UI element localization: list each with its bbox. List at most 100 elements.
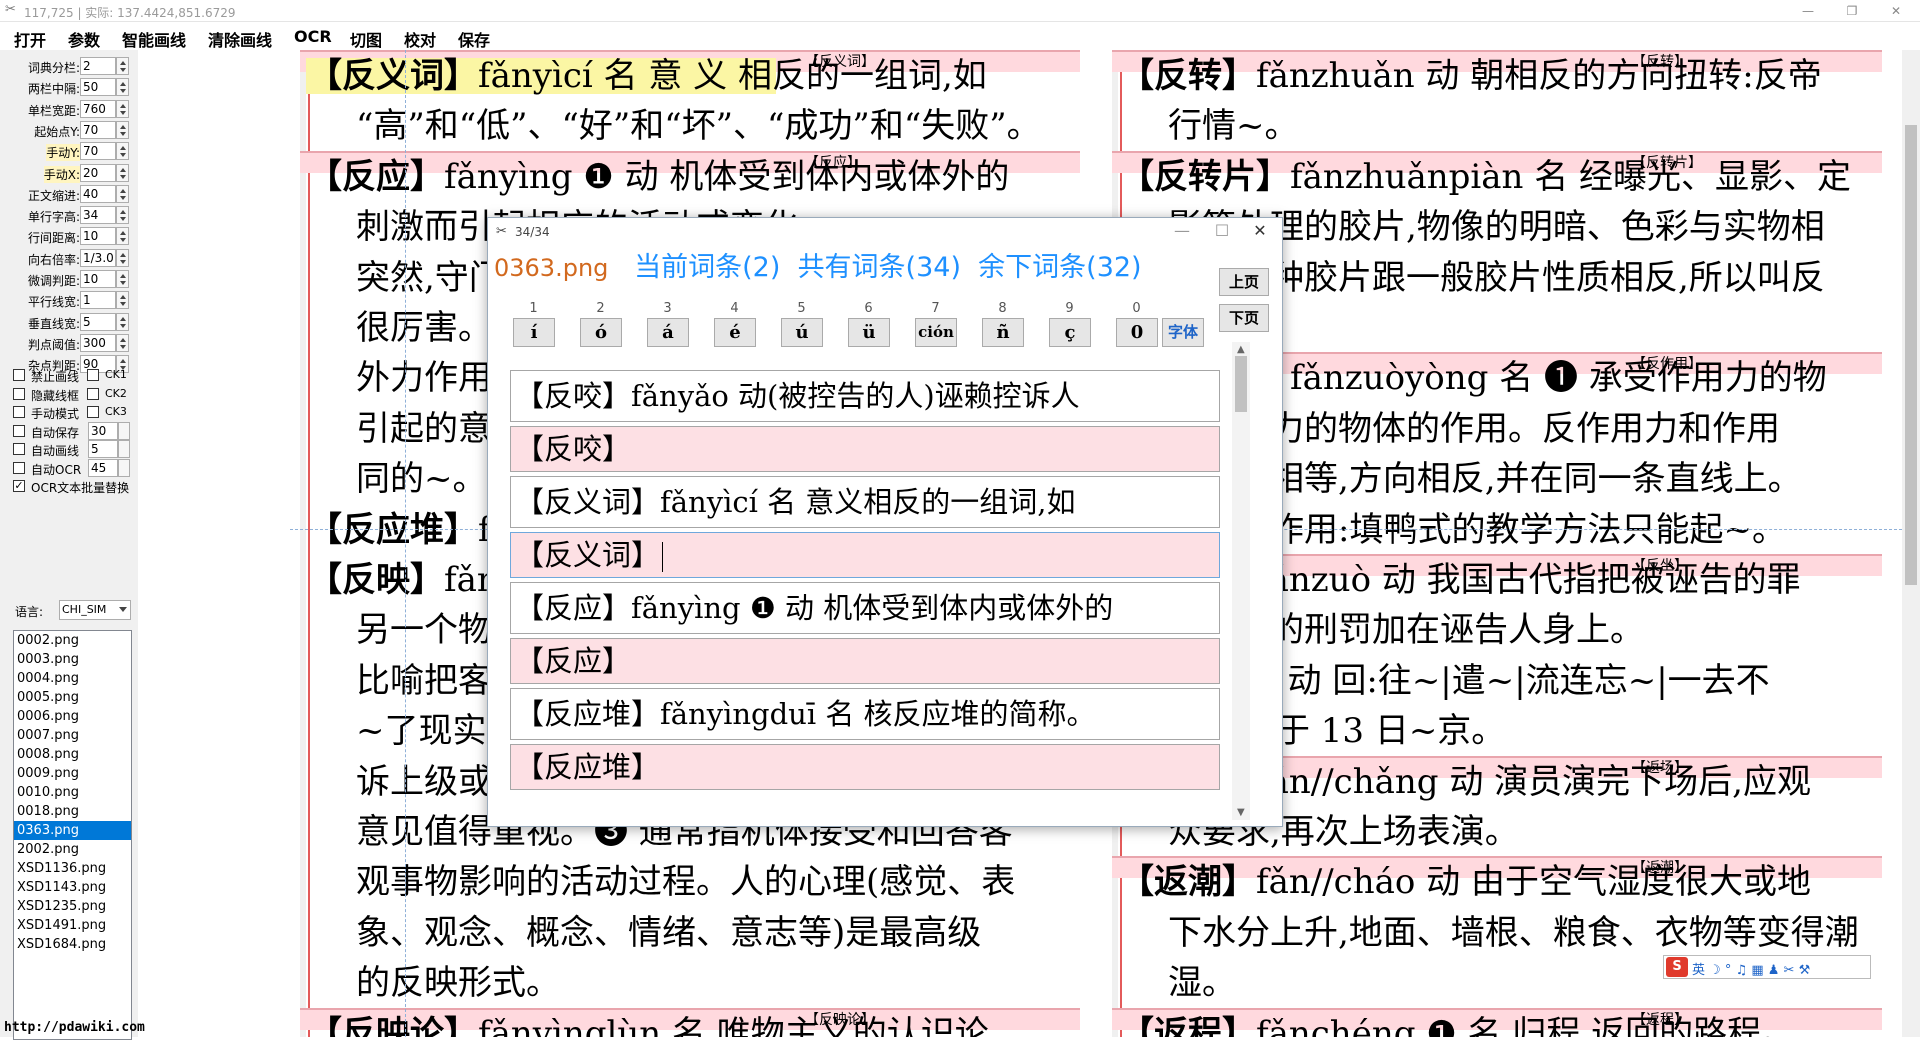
file-list-item[interactable]: XSD1143.png	[14, 878, 131, 897]
spinner-arrows-icon[interactable]	[116, 227, 129, 246]
ime-toolbar[interactable]: S 英 ☽ ° ♫ ▦ ♟ ✂ ⚒	[1663, 955, 1871, 979]
file-list-item[interactable]: XSD1491.png	[14, 916, 131, 935]
headword-input[interactable]: 【反应】	[510, 638, 1220, 684]
checkbox-icon[interactable]	[87, 369, 99, 381]
file-list-item[interactable]: 2002.png	[14, 840, 131, 859]
font-button[interactable]: 字体	[1162, 318, 1204, 347]
entry-list-scrollbar[interactable]: ▲ ▼	[1232, 342, 1250, 820]
headword-input[interactable]: 【反咬】	[510, 426, 1220, 472]
entry-text-field[interactable]: 【反应】fǎnyìng ❶ 动 机体受到体内或体外的	[510, 582, 1220, 634]
char-key-8[interactable]: 8ñ	[979, 301, 1026, 349]
entry-text-field[interactable]: 【反义词】fǎnyìcí 名 意义相反的一组词,如	[510, 476, 1220, 528]
key-char[interactable]: á	[647, 318, 689, 347]
checkbox-ck1[interactable]: CK1	[87, 366, 137, 384]
spinner-arrows-icon[interactable]	[116, 99, 129, 118]
checkbox-icon[interactable]	[87, 387, 99, 400]
file-list-item[interactable]: 0006.png	[14, 707, 131, 726]
dialog-minimize-button[interactable]: —	[1164, 221, 1200, 240]
dialog-maximize-button[interactable]: ☐	[1204, 221, 1240, 240]
checkbox-5[interactable]: 自动画线 5	[13, 440, 138, 458]
file-list-item[interactable]: XSD1235.png	[14, 897, 131, 916]
spinner-arrows-icon[interactable]	[116, 120, 129, 139]
char-key-2[interactable]: 2ó	[577, 301, 624, 349]
scroll-thumb[interactable]	[1905, 125, 1917, 585]
minimize-button[interactable]: —	[1786, 0, 1830, 22]
menu-open[interactable]: 打开	[14, 27, 46, 51]
checkbox-icon[interactable]: ✓	[13, 480, 25, 492]
file-list-item[interactable]: 0005.png	[14, 688, 131, 707]
char-key-3[interactable]: 3á	[644, 301, 691, 349]
char-key-4[interactable]: 4é	[711, 301, 758, 349]
file-list-item[interactable]: 0004.png	[14, 669, 131, 688]
file-list-item[interactable]: XSD1136.png	[14, 859, 131, 878]
menu-smart-draw-lines[interactable]: 智能画线	[122, 27, 186, 51]
scroll-up-icon[interactable]: ▲	[1237, 344, 1245, 355]
checkbox-icon[interactable]	[13, 406, 25, 418]
headword-input[interactable]: 【反义词】	[510, 532, 1220, 578]
menu-save[interactable]: 保存	[458, 27, 490, 51]
lang-select[interactable]: CHI_SIM	[59, 600, 131, 620]
menu-ocr[interactable]: OCR	[294, 27, 332, 46]
checkbox-icon[interactable]	[13, 461, 25, 474]
spinner-arrows-icon[interactable]	[116, 163, 129, 182]
spinner-arrows-icon[interactable]	[116, 142, 129, 161]
scroll-thumb[interactable]	[1235, 356, 1247, 412]
spinner-arrows-icon[interactable]	[116, 57, 129, 75]
spinner-arrows-icon[interactable]	[116, 78, 129, 97]
spinner-arrows-icon[interactable]	[116, 206, 129, 225]
file-list-item[interactable]: 0009.png	[14, 764, 131, 783]
char-key-6[interactable]: 6ü	[845, 301, 892, 349]
key-char[interactable]: 0	[1116, 318, 1158, 347]
key-char[interactable]: ó	[580, 318, 622, 347]
main-scrollbar[interactable]	[1902, 50, 1920, 1037]
key-char[interactable]: í	[513, 318, 555, 347]
key-char[interactable]: é	[714, 318, 756, 347]
file-list-item[interactable]: 0007.png	[14, 726, 131, 745]
spinner-arrows-icon[interactable]	[116, 333, 129, 352]
key-char[interactable]: ú	[781, 318, 823, 347]
checkbox-icon[interactable]	[87, 406, 99, 418]
key-char[interactable]: ü	[848, 318, 890, 347]
char-key-7[interactable]: 7 ción	[912, 301, 959, 349]
param-input[interactable]: 760	[80, 99, 116, 118]
param-input[interactable]: 70	[80, 120, 116, 139]
checkbox-icon[interactable]	[13, 369, 25, 381]
checkbox-icon[interactable]	[13, 387, 25, 400]
char-key-0[interactable]: 00	[1113, 301, 1160, 349]
menu-clear-lines[interactable]: 清除画线	[208, 27, 272, 51]
checkbox-value-input[interactable]: 45	[88, 458, 118, 477]
spinner-arrows-icon[interactable]	[116, 184, 129, 203]
file-list[interactable]: 0002.png 0003.png 0004.png 0005.png 0006.png…	[13, 630, 132, 1040]
checkbox-6[interactable]: 自动OCR 45	[13, 458, 138, 477]
checkbox-icon[interactable]	[13, 443, 25, 455]
param-input[interactable]: 40	[80, 184, 116, 203]
maximize-button[interactable]: ❐	[1830, 0, 1874, 22]
dialog-close-button[interactable]: ✕	[1242, 221, 1278, 240]
entry-text-field[interactable]: 【反咬】fǎnyǎo 动(被控告的人)诬赖控诉人	[510, 370, 1220, 422]
next-page-button[interactable]: 下页	[1219, 304, 1269, 332]
spinner-arrows-icon[interactable]	[118, 421, 130, 440]
param-input[interactable]: 34	[80, 206, 116, 225]
param-input[interactable]: 10	[80, 270, 116, 288]
param-input[interactable]: 300	[80, 333, 116, 352]
param-input[interactable]: 5	[80, 312, 116, 331]
checkbox-value-input[interactable]: 5	[88, 440, 118, 458]
param-input[interactable]: 1/3.0	[80, 248, 116, 267]
param-input[interactable]: 50	[80, 78, 116, 97]
file-list-item[interactable]: 0008.png	[14, 745, 131, 764]
guide-vertical-line[interactable]	[405, 50, 406, 1037]
file-list-item[interactable]: 0010.png	[14, 783, 131, 802]
key-char[interactable]: ción	[915, 318, 957, 347]
prev-page-button[interactable]: 上页	[1219, 268, 1269, 296]
char-key-9[interactable]: 9ç	[1046, 301, 1093, 349]
menu-cut-image[interactable]: 切图	[350, 27, 382, 51]
checkbox-ck2[interactable]: CK2	[87, 385, 137, 403]
spinner-arrows-icon[interactable]	[116, 248, 129, 267]
menu-params[interactable]: 参数	[68, 27, 100, 51]
menu-proofread[interactable]: 校对	[404, 27, 436, 51]
checkbox-4[interactable]: 自动保存 30	[13, 421, 138, 440]
file-list-item[interactable]: XSD1684.png	[14, 935, 131, 954]
spinner-arrows-icon[interactable]	[116, 270, 129, 288]
file-list-item[interactable]: 0003.png	[14, 650, 131, 669]
spinner-arrows-icon[interactable]	[118, 458, 130, 477]
